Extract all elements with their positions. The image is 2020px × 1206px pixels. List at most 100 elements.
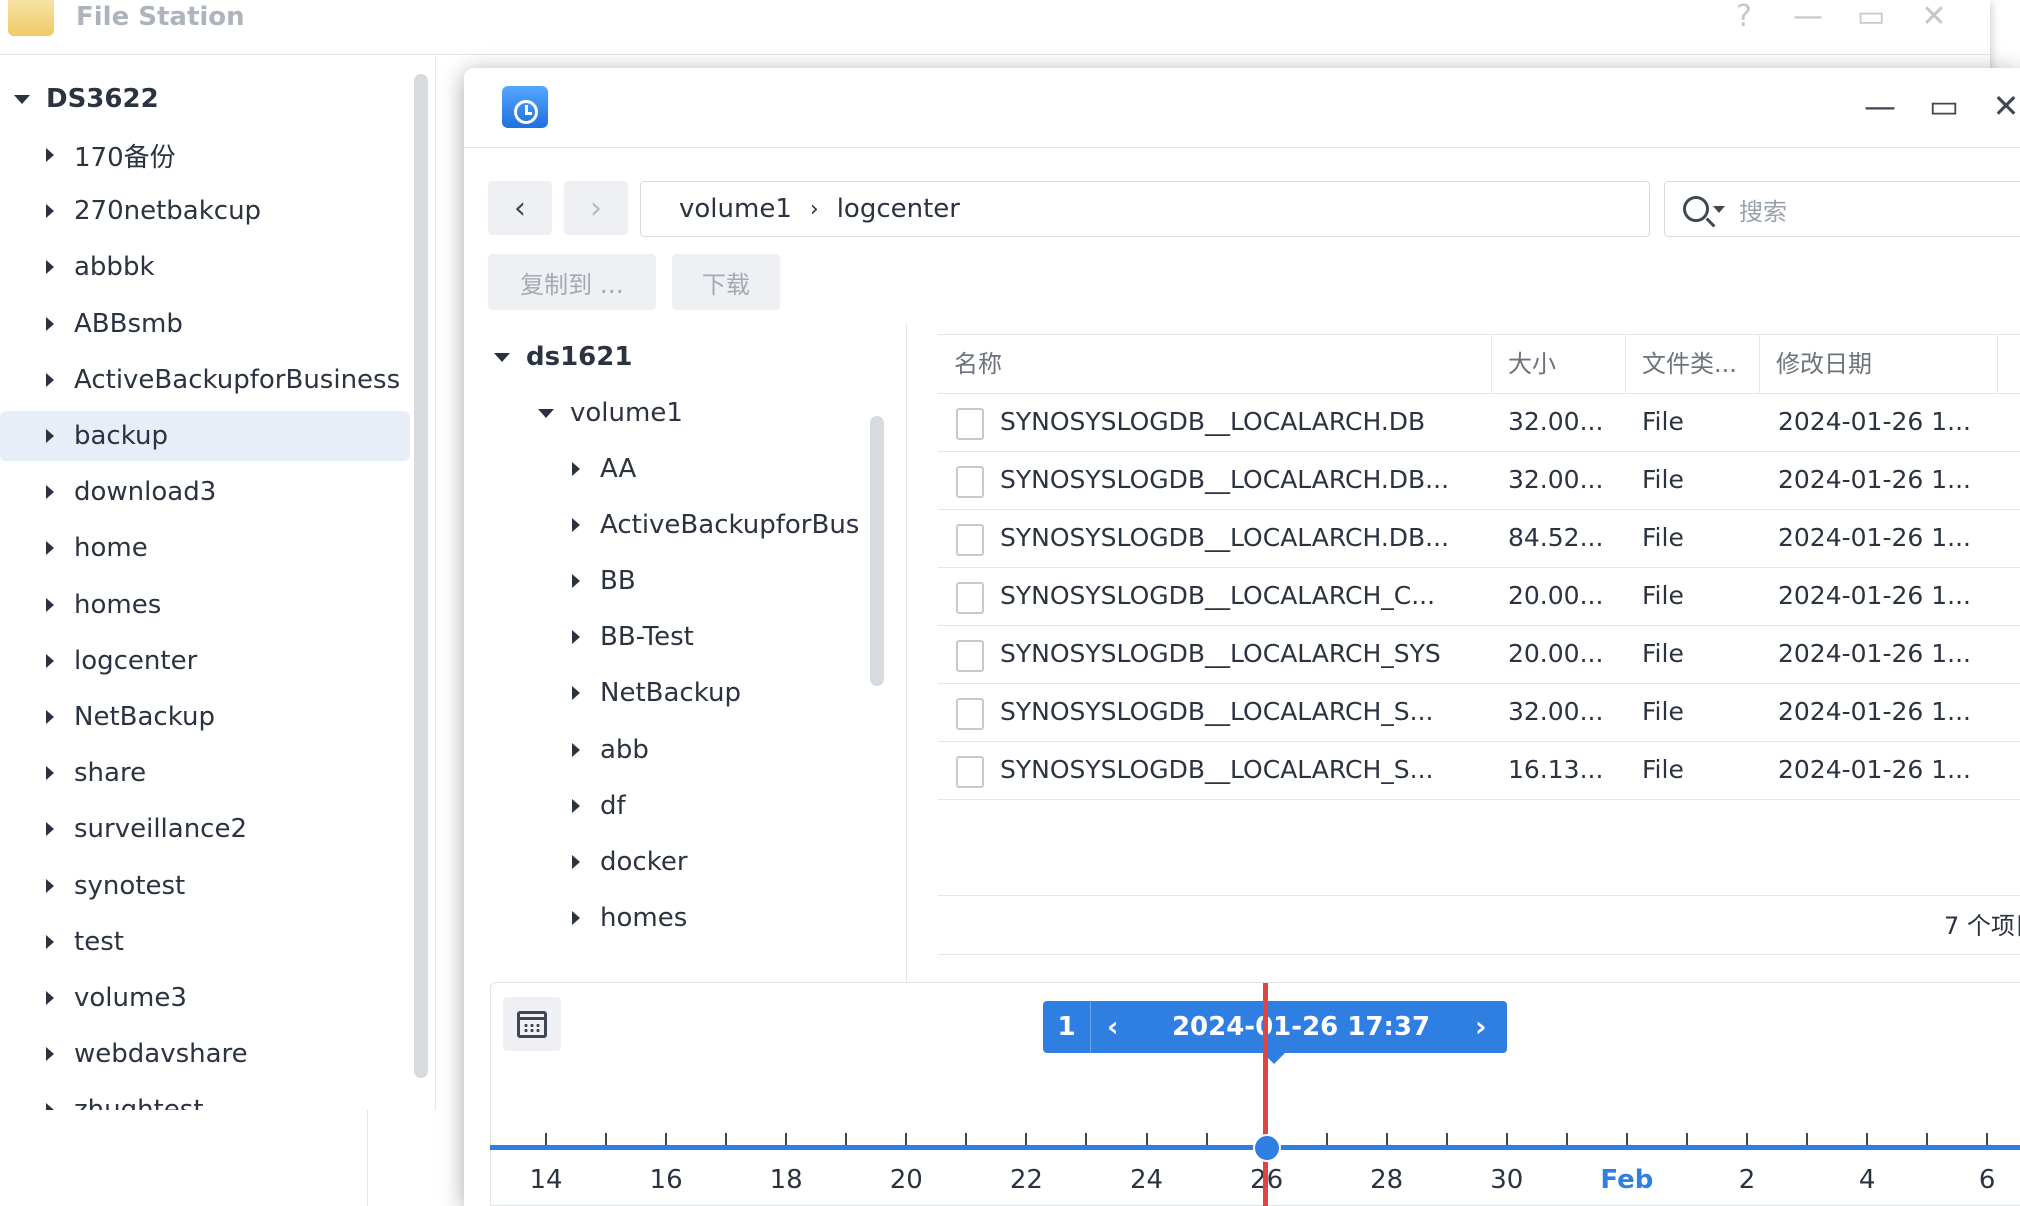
table-row[interactable]: SYNOSYSLOGDB__LOCALARCH_S... 32.00... File… bbox=[938, 684, 2020, 742]
tree-item[interactable]: webdavshare bbox=[0, 1029, 248, 1079]
divider bbox=[938, 954, 2020, 955]
expand-right-icon bbox=[46, 372, 54, 387]
cell-modified: 2024-01-26 1... bbox=[1778, 581, 1971, 610]
calendar-button[interactable] bbox=[503, 997, 561, 1051]
help-button[interactable]: ? bbox=[1724, 0, 1764, 34]
tree-item[interactable]: homes bbox=[0, 580, 161, 630]
column-modified[interactable]: 修改日期 bbox=[1760, 335, 1998, 393]
tree-item[interactable]: BB bbox=[488, 556, 868, 606]
expand-right-icon bbox=[572, 518, 580, 533]
table-row[interactable]: SYNOSYSLOGDB__LOCALARCH_S... 16.13... File… bbox=[938, 742, 2020, 800]
search-icon[interactable] bbox=[1683, 196, 1709, 222]
close-button[interactable]: ✕ bbox=[1914, 0, 1954, 34]
prev-snapshot-button[interactable]: ‹ bbox=[1107, 1001, 1119, 1053]
table-row[interactable]: SYNOSYSLOGDB__LOCALARCH.DB 32.00... File 20… bbox=[938, 394, 2020, 452]
timeline-tick bbox=[725, 1133, 728, 1145]
fg-minimize-button[interactable]: — bbox=[1860, 86, 1900, 126]
column-type[interactable]: 文件类... bbox=[1626, 335, 1760, 393]
chevron-left-icon: ‹ bbox=[514, 190, 526, 226]
file-station-titlebar: File Station ? — ▭ ✕ bbox=[0, 0, 1990, 55]
tree-item-label: BB bbox=[600, 566, 636, 597]
timeline-tick bbox=[1025, 1133, 1028, 1145]
tree-root-ds3622[interactable]: DS3622 bbox=[14, 74, 159, 124]
cell-size: 20.00... bbox=[1508, 639, 1604, 668]
tree-item-label: webdavshare bbox=[74, 1039, 248, 1070]
folder-app-icon bbox=[8, 0, 54, 36]
tree-item[interactable]: home bbox=[0, 523, 148, 573]
bg-lower-area bbox=[0, 1110, 470, 1206]
timeline-tick-label: 22 bbox=[1009, 1165, 1043, 1195]
cell-type: File bbox=[1642, 755, 1684, 784]
tree-item[interactable]: ActiveBackupforBusiness bbox=[0, 355, 400, 405]
breadcrumb-volume1[interactable]: volume1 bbox=[679, 194, 792, 224]
tree-item[interactable]: ActiveBackupforBus bbox=[488, 500, 868, 550]
snapshot-folder-clock-icon bbox=[502, 86, 548, 128]
tree-root-label: ds1621 bbox=[526, 342, 633, 372]
table-row[interactable]: SYNOSYSLOGDB__LOCALARCH.DB... 32.00... Fil… bbox=[938, 452, 2020, 510]
tree-item[interactable]: ABBsmb bbox=[0, 299, 183, 349]
table-row[interactable]: SYNOSYSLOGDB__LOCALARCH.DB... 84.52... Fil… bbox=[938, 510, 2020, 568]
fg-maximize-button[interactable]: ▭ bbox=[1924, 86, 1964, 126]
file-icon bbox=[956, 640, 984, 672]
forward-button[interactable]: › bbox=[564, 181, 628, 235]
tree-item[interactable]: NetBackup bbox=[0, 692, 215, 742]
tree-item[interactable]: abbbk bbox=[0, 242, 155, 292]
tree-item[interactable]: volume3 bbox=[0, 973, 187, 1023]
table-row[interactable]: SYNOSYSLOGDB__LOCALARCH_SYS 20.00... File 2… bbox=[938, 626, 2020, 684]
maximize-button[interactable]: ▭ bbox=[1851, 0, 1891, 34]
bg-tree-scrollbar[interactable] bbox=[414, 74, 428, 1078]
cell-type: File bbox=[1642, 697, 1684, 726]
breadcrumb-logcenter[interactable]: logcenter bbox=[837, 194, 960, 224]
expand-right-icon bbox=[46, 148, 54, 162]
minimize-button[interactable]: — bbox=[1788, 0, 1828, 34]
calendar-icon bbox=[517, 1011, 547, 1038]
tree-item[interactable]: BB-Test bbox=[488, 612, 868, 662]
snapshot-titlebar: — ▭ ✕ bbox=[464, 68, 2020, 148]
next-snapshot-button[interactable]: › bbox=[1475, 1001, 1487, 1053]
cell-modified: 2024-01-26 1... bbox=[1778, 465, 1971, 494]
tree-item-label: synotest bbox=[74, 870, 186, 901]
tree-item[interactable]: synotest bbox=[0, 861, 185, 911]
tree-item[interactable]: surveillance2 bbox=[0, 804, 247, 854]
tree-item[interactable]: 270netbakcup bbox=[0, 186, 261, 236]
tree-item[interactable]: test bbox=[0, 917, 124, 967]
fg-close-button[interactable]: ✕ bbox=[1986, 86, 2020, 126]
download-button[interactable]: 下载 bbox=[672, 254, 780, 310]
tree-item[interactable]: 170备份 bbox=[0, 130, 176, 180]
tree-item[interactable]: share bbox=[0, 748, 146, 798]
tree-item[interactable]: NetBackup bbox=[488, 668, 868, 718]
expand-right-icon bbox=[46, 316, 54, 331]
path-bar[interactable]: volume1 › logcenter bbox=[640, 181, 1650, 237]
file-icon bbox=[956, 582, 984, 614]
file-icon bbox=[956, 466, 984, 498]
tree-item-label: homes bbox=[600, 902, 688, 933]
cell-size: 32.00... bbox=[1508, 465, 1604, 494]
tree-item[interactable]: logcenter bbox=[0, 636, 197, 686]
snapshot-count-badge[interactable]: 1 bbox=[1043, 1001, 1091, 1053]
expand-down-icon bbox=[494, 352, 510, 362]
tree-item[interactable]: download3 bbox=[0, 467, 216, 517]
timeline-handle[interactable] bbox=[1253, 1134, 1281, 1162]
chevron-down-icon[interactable] bbox=[1713, 205, 1725, 213]
tree-item-volume1[interactable]: volume1 bbox=[538, 388, 683, 438]
tree-item[interactable]: df bbox=[488, 781, 868, 831]
tree-item-label: backup bbox=[74, 421, 168, 451]
tree-item[interactable]: docker bbox=[488, 837, 868, 887]
tree-item[interactable]: backup bbox=[0, 411, 410, 461]
timeline-tick-label: 6 bbox=[1978, 1165, 1996, 1195]
window-title: File Station bbox=[76, 2, 245, 32]
tree-item[interactable]: AA bbox=[488, 444, 868, 494]
tree-item-label: share bbox=[74, 758, 147, 789]
tree-item[interactable]: homes bbox=[488, 893, 868, 943]
fg-tree-scrollbar[interactable] bbox=[870, 416, 884, 686]
column-name[interactable]: 名称 bbox=[938, 335, 1492, 393]
column-size[interactable]: 大小 bbox=[1492, 335, 1626, 393]
search-input[interactable]: 搜索 bbox=[1664, 181, 2020, 237]
back-button[interactable]: ‹ bbox=[488, 181, 552, 235]
copy-to-button[interactable]: 复制到 … bbox=[488, 254, 656, 310]
timeline-tick bbox=[1445, 1133, 1448, 1145]
tree-item[interactable]: abb bbox=[488, 725, 868, 775]
expand-right-icon bbox=[572, 798, 580, 813]
table-row[interactable]: SYNOSYSLOGDB__LOCALARCH_C... 20.00... File… bbox=[938, 568, 2020, 626]
tree-root-ds1621[interactable]: ds1621 bbox=[494, 332, 632, 382]
